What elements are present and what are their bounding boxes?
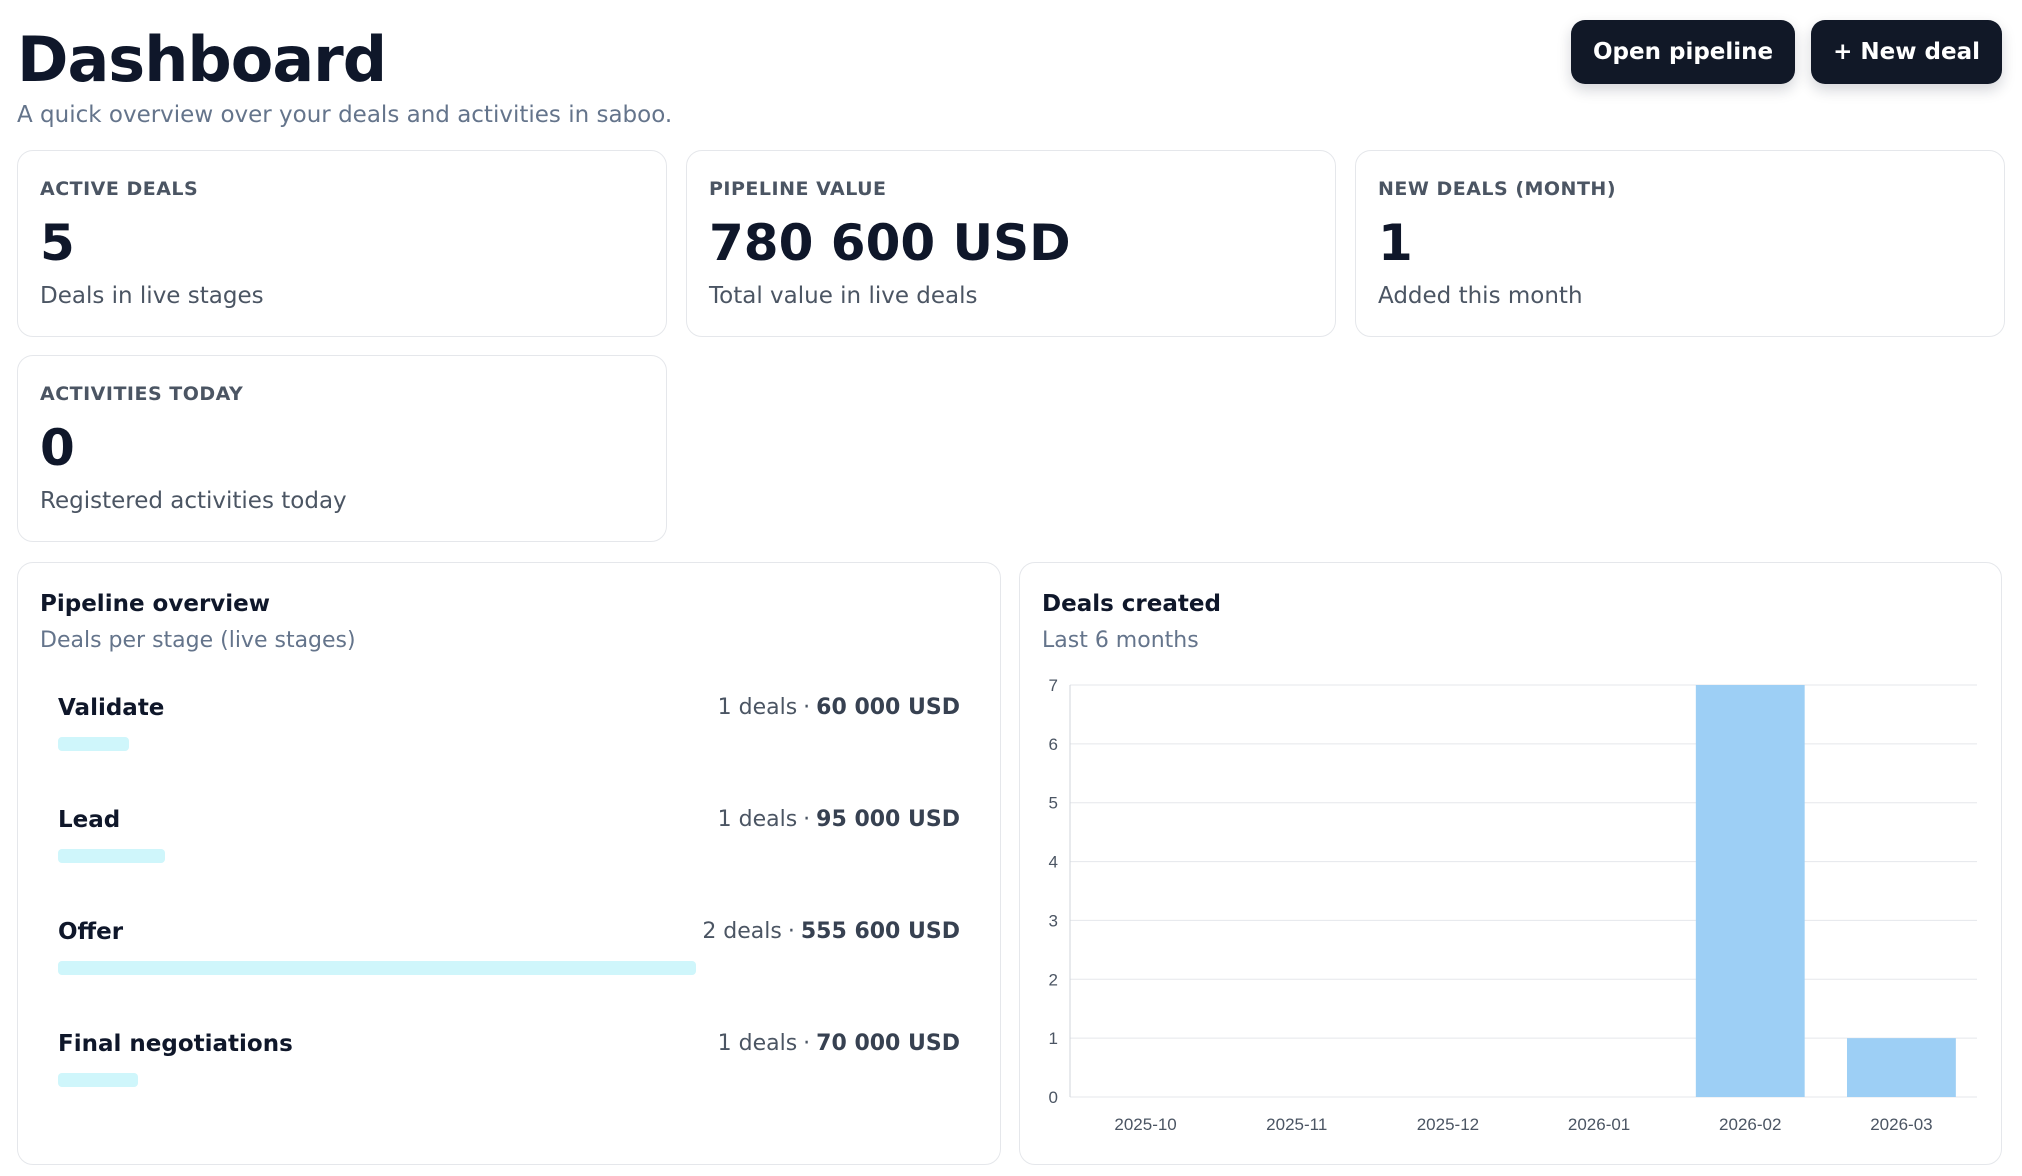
open-pipeline-button[interactable]: Open pipeline xyxy=(1570,20,1796,84)
stage-separator: · xyxy=(803,807,811,832)
y-tick-label: 0 xyxy=(1049,1088,1058,1107)
x-tick-label: 2026-02 xyxy=(1719,1115,1781,1134)
stage-progress-bar xyxy=(58,737,130,751)
y-tick-label: 3 xyxy=(1049,911,1058,930)
pipeline-stage-row: Offer 2 deals · 555 600 USD xyxy=(58,917,960,997)
stage-name: Validate xyxy=(58,695,165,721)
kpi-label: ACTIVE DEALS xyxy=(40,178,199,200)
pipeline-stage-row: Lead 1 deals · 95 000 USD xyxy=(58,805,960,885)
x-tick-label: 2025-10 xyxy=(1114,1115,1176,1134)
kpi-label: ACTIVITIES TODAY xyxy=(40,383,244,405)
stage-amount: 70 000 USD xyxy=(816,1031,960,1056)
header-actions: Open pipeline + New deal xyxy=(1570,20,2002,84)
stage-summary: 1 deals · 70 000 USD xyxy=(718,1029,960,1059)
stage-name: Offer xyxy=(58,919,124,945)
page-subtitle: A quick overview over your deals and act… xyxy=(17,102,673,128)
pipeline-overview-panel: Pipeline overview Deals per stage (live … xyxy=(17,562,1001,1165)
y-tick-label: 5 xyxy=(1049,794,1058,813)
x-tick-label: 2025-12 xyxy=(1417,1115,1479,1134)
page-title: Dashboard xyxy=(17,23,387,96)
stage-name: Final negotiations xyxy=(58,1031,293,1057)
stage-separator: · xyxy=(803,695,811,720)
stage-amount: 60 000 USD xyxy=(816,695,960,720)
kpi-value: 780 600 USD xyxy=(709,214,1071,272)
kpi-subtext: Deals in live stages xyxy=(40,283,264,309)
y-tick-label: 1 xyxy=(1049,1029,1058,1048)
x-tick-label: 2026-01 xyxy=(1568,1115,1630,1134)
stage-progress-bar xyxy=(58,849,166,863)
deals-created-panel: Deals created Last 6 months 0 1 2 3 4 5 6 7 2025… xyxy=(1019,562,2002,1165)
kpi-label: NEW DEALS (MONTH) xyxy=(1378,178,1617,200)
stage-deal-count: 1 deals xyxy=(717,1031,798,1056)
stage-name: Lead xyxy=(58,807,121,833)
kpi-label: PIPELINE VALUE xyxy=(709,178,887,200)
stage-amount: 95 000 USD xyxy=(816,807,960,832)
stage-deal-count: 1 deals xyxy=(717,807,798,832)
stage-progress-bar xyxy=(58,1073,139,1087)
stage-summary: 2 deals · 555 600 USD xyxy=(702,917,960,947)
kpi-subtext: Total value in live deals xyxy=(709,283,978,309)
kpi-card-new-deals-month: NEW DEALS (MONTH) 1 Added this month xyxy=(1355,150,2005,337)
kpi-card-active-deals: ACTIVE DEALS 5 Deals in live stages xyxy=(17,150,667,337)
kpi-card-activities-today: ACTIVITIES TODAY 0 Registered activities… xyxy=(17,355,667,542)
x-tick-label: 2025-11 xyxy=(1266,1115,1327,1134)
new-deal-button[interactable]: + New deal xyxy=(1811,20,2002,84)
kpi-value: 0 xyxy=(40,419,75,477)
y-tick-label: 2 xyxy=(1049,970,1058,989)
stage-summary: 1 deals · 95 000 USD xyxy=(718,805,960,835)
chart-bar xyxy=(1695,685,1805,1097)
y-tick-label: 7 xyxy=(1049,676,1058,695)
stage-separator: · xyxy=(803,1031,811,1056)
dashboard-page: Dashboard A quick overview over your dea… xyxy=(0,0,2022,1176)
deals-created-chart: 0 1 2 3 4 5 6 7 2025-10 2025-11 2025-12 2026-01 2026… xyxy=(1049,676,1977,1134)
kpi-value: 1 xyxy=(1378,214,1413,272)
stage-amount: 555 600 USD xyxy=(800,919,960,944)
stage-deal-count: 2 deals xyxy=(702,919,782,944)
pipeline-overview-subtitle: Deals per stage (live stages) xyxy=(40,628,356,653)
kpi-card-pipeline-value: PIPELINE VALUE 780 600 USD Total value i… xyxy=(686,150,1336,337)
y-tick-label: 6 xyxy=(1049,735,1058,754)
y-tick-label: 4 xyxy=(1049,853,1058,872)
kpi-subtext: Added this month xyxy=(1378,283,1583,309)
stage-progress-bar xyxy=(58,961,696,975)
pipeline-stage-row: Validate 1 deals · 60 000 USD xyxy=(58,693,960,773)
stage-deal-count: 1 deals xyxy=(717,695,798,720)
pipeline-stage-row: Final negotiations 1 deals · 70 000 USD xyxy=(58,1029,960,1109)
x-tick-label: 2026-03 xyxy=(1870,1115,1932,1134)
chart-bar xyxy=(1846,1038,1956,1097)
pipeline-overview-title: Pipeline overview xyxy=(40,591,271,617)
stage-summary: 1 deals · 60 000 USD xyxy=(718,693,960,723)
kpi-subtext: Registered activities today xyxy=(40,488,347,514)
stage-separator: · xyxy=(787,919,795,944)
kpi-value: 5 xyxy=(40,214,75,272)
